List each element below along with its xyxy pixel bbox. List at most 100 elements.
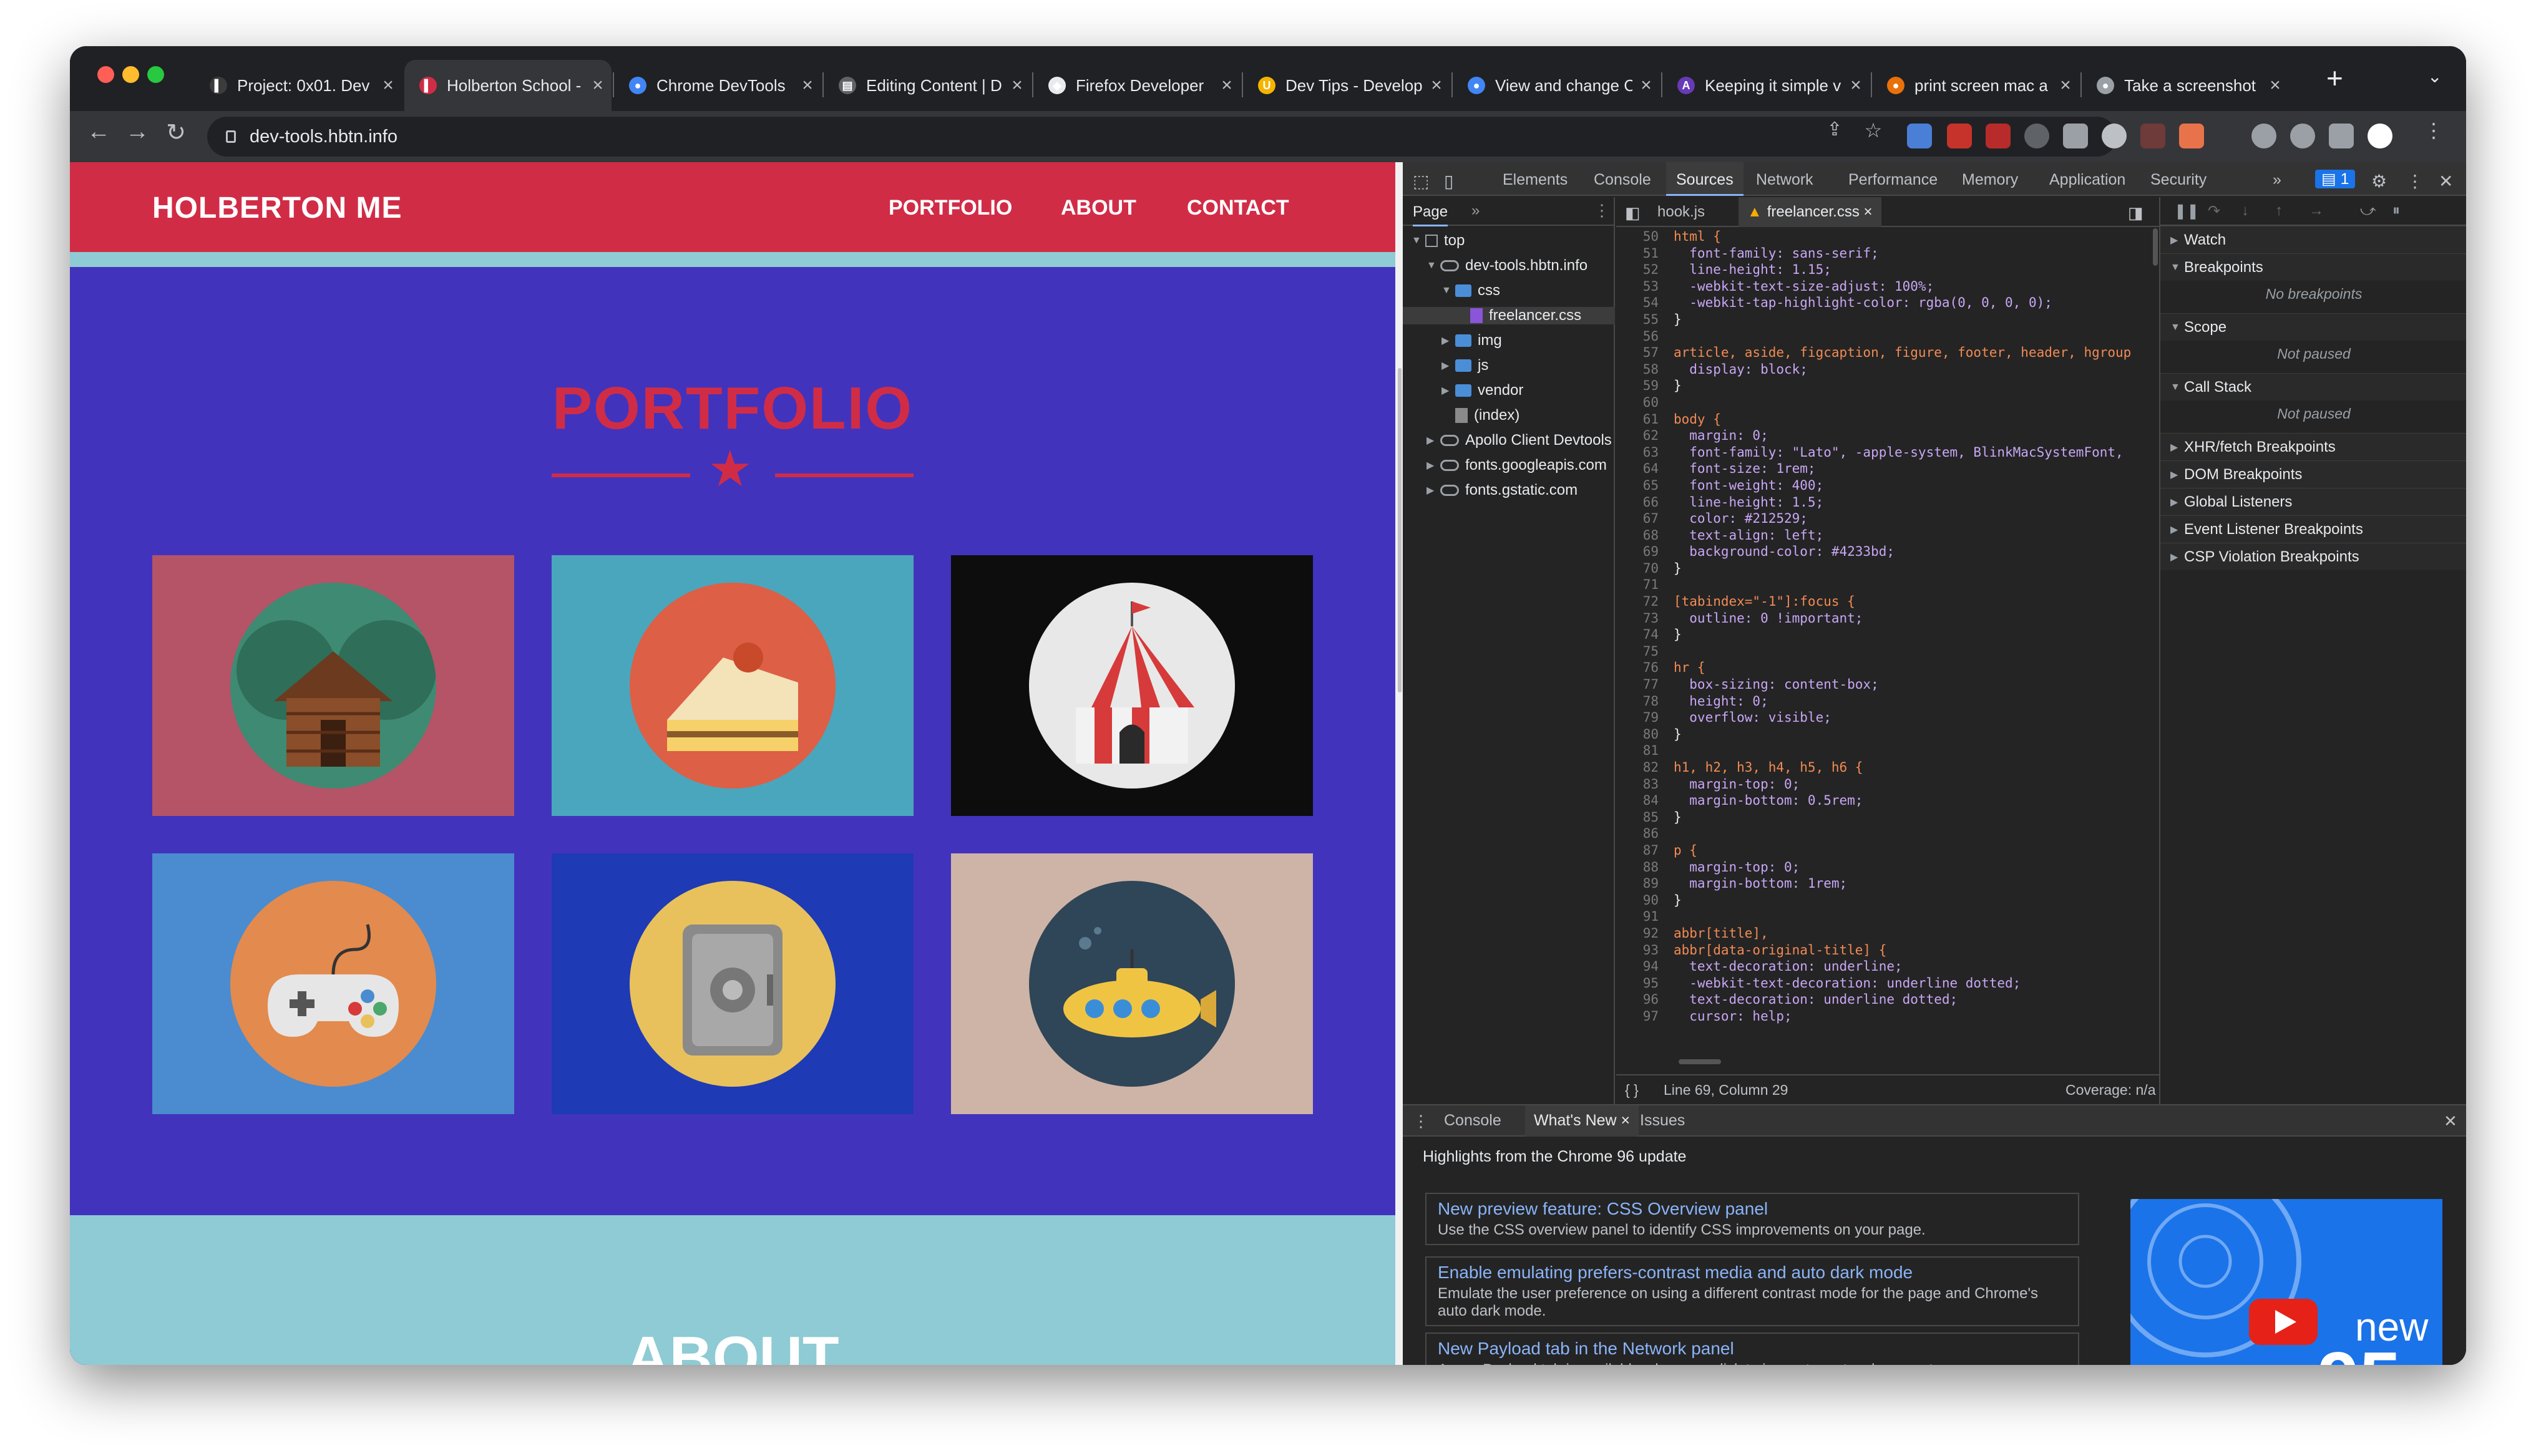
devtools-tab-application[interactable]: Application [2049,171,2125,189]
extension-icon[interactable] [2063,124,2088,148]
drawer-tab[interactable]: Console [1444,1112,1501,1130]
extension-icon[interactable] [2290,124,2315,148]
forward-button[interactable]: → [120,119,155,145]
browser-tab[interactable]: U Dev Tips - Develop × [1243,60,1450,111]
nav-link-about[interactable]: ABOUT [1061,196,1136,220]
tab-search-button[interactable]: ⌄ [2427,66,2442,87]
pause-icon[interactable]: ❚❚ [2174,202,2199,220]
editor-hscrollbar[interactable] [1679,1059,1721,1064]
maximize-window-button[interactable] [147,66,164,83]
debugger-section-event-listener-breakpoints[interactable]: ▶ Event Listener Breakpoints [2160,515,2466,543]
extension-icon[interactable] [2140,124,2165,148]
tab-close-icon[interactable]: × [1632,75,1660,96]
tab-close-icon[interactable]: × [2052,75,2079,96]
tab-close-icon[interactable]: × [1423,75,1450,96]
browser-tab[interactable]: ◆ Firefox Developer × [1033,60,1241,111]
step-icon[interactable]: → [2309,202,2324,220]
tab-close-icon[interactable]: × [1003,75,1031,96]
pause-on-exceptions-icon[interactable]: ⏸ [2392,202,2400,220]
browser-tab[interactable]: ▌ Project: 0x01. Dev × [195,60,402,111]
reload-button[interactable]: ↻ [158,119,193,147]
settings-gear-icon[interactable]: ⚙ [2371,171,2387,192]
devtools-tab-memory[interactable]: Memory [1962,171,2018,189]
tree-item[interactable]: ▼ css [1441,282,1500,299]
pretty-print-icon[interactable]: { } [1625,1082,1639,1099]
extension-icon[interactable] [1947,124,1972,148]
extension-icon[interactable] [2179,124,2204,148]
code-content[interactable]: html { font-family: sans-serif; line-hei… [1674,228,2154,1027]
browser-tab[interactable]: ● View and change C × [1453,60,1660,111]
close-drawer-icon[interactable]: ✕ [2444,1112,2457,1131]
tree-expand-icon[interactable]: ▼ [1412,235,1425,246]
browser-menu-button[interactable]: ⋮ [2416,119,2451,142]
tree-item[interactable]: ▼ dev-tools.hbtn.info [1426,257,1587,274]
debugger-section-call-stack[interactable]: ▼ Call Stack [2160,373,2466,400]
nav-link-contact[interactable]: CONTACT [1187,196,1289,220]
debugger-section-scope[interactable]: ▼ Scope [2160,313,2466,341]
browser-tab[interactable]: ● print screen mac a × [1872,60,2079,111]
tree-expand-icon[interactable]: ▶ [1441,359,1455,372]
close-devtools-icon[interactable]: ✕ [2439,171,2453,192]
nav-link-portfolio[interactable]: PORTFOLIO [889,196,1012,220]
profile-avatar[interactable] [2368,124,2392,148]
site-brand[interactable]: HOLBERTON ME [152,191,402,225]
tree-item[interactable]: ▶ js [1441,357,1488,374]
extension-icon[interactable] [1986,124,2011,148]
whats-new-item[interactable]: Enable emulating prefers-contrast media … [1425,1256,2079,1326]
page-scrollbar[interactable] [1395,162,1403,1365]
debugger-section-watch[interactable]: ▶ Watch [2160,226,2466,253]
tree-item[interactable]: ▶ vendor [1441,382,1523,399]
editor-tab[interactable]: hook.js [1657,203,1705,221]
whats-new-video-thumbnail[interactable]: new 95 [2130,1199,2442,1365]
tree-expand-icon[interactable]: ▶ [1441,334,1455,347]
tab-close-icon[interactable]: × [374,75,402,96]
back-button[interactable]: ← [81,119,116,145]
tree-expand-icon[interactable]: ▶ [1426,484,1440,497]
browser-tab[interactable]: ▤ Editing Content | D × [824,60,1031,111]
tree-expand-icon[interactable]: ▶ [1426,459,1440,472]
drawer-menu-icon[interactable]: ⋮ [1413,1112,1429,1131]
tab-close-icon[interactable]: × [1213,75,1241,96]
devtools-tab-elements[interactable]: Elements [1503,171,1568,189]
devtools-tab-security[interactable]: Security [2150,171,2207,189]
more-navigator-tabs-icon[interactable]: » [1471,202,1480,220]
toggle-navigator-icon[interactable]: ◧ [1625,203,1641,223]
devtools-tab-sources[interactable]: Sources [1666,162,1744,196]
tree-expand-icon[interactable]: ▼ [1441,285,1455,296]
portfolio-card[interactable] [552,555,914,816]
whats-new-item-title[interactable]: Enable emulating prefers-contrast media … [1438,1263,2067,1283]
deactivate-breakpoints-icon[interactable]: ⤻ [2360,202,2376,220]
issues-badge[interactable]: ▤ 1 [2315,170,2356,188]
whats-new-item[interactable]: New Payload tab in the Network panel A ne… [1425,1332,2079,1365]
portfolio-card[interactable] [951,853,1313,1114]
tree-item[interactable]: freelancer.css [1403,307,1615,324]
debugger-section-dom-breakpoints[interactable]: ▶ DOM Breakpoints [2160,460,2466,488]
debugger-section-breakpoints[interactable]: ▼ Breakpoints [2160,253,2466,281]
extension-icon[interactable] [1907,124,1932,148]
whats-new-item-title[interactable]: New Payload tab in the Network panel [1438,1339,2067,1359]
portfolio-card[interactable] [552,853,914,1114]
minimize-window-button[interactable] [122,66,139,83]
drawer-tab[interactable]: Issues [1640,1112,1685,1130]
tree-item[interactable]: ▶ Apollo Client Devtools [1426,432,1612,449]
more-tabs-icon[interactable]: » [2273,171,2281,189]
portfolio-card[interactable] [152,853,514,1114]
tab-close-icon[interactable]: × [584,75,612,96]
tree-item[interactable]: (index) [1441,407,1519,424]
tree-item[interactable]: ▶ fonts.gstatic.com [1426,482,1578,499]
tree-item[interactable]: ▶ img [1441,332,1502,349]
portfolio-card[interactable] [951,555,1313,816]
extension-icon[interactable] [2251,124,2276,148]
extension-icon[interactable] [2102,124,2127,148]
new-tab-button[interactable]: + [2326,61,2343,95]
browser-tab[interactable]: A Keeping it simple v × [1662,60,1870,111]
navigator-tab-page[interactable]: Page [1413,203,1448,226]
devtools-menu-icon[interactable]: ⋮ [2406,171,2424,192]
step-into-icon[interactable]: ↓ [2241,202,2249,220]
whats-new-item-title[interactable]: New preview feature: CSS Overview panel [1438,1199,2067,1219]
tree-expand-icon[interactable]: ▼ [1426,260,1440,271]
tab-close-icon[interactable]: × [1842,75,1870,96]
devtools-tab-console[interactable]: Console [1594,171,1651,189]
debugger-section-xhr-fetch-breakpoints[interactable]: ▶ XHR/fetch Breakpoints [2160,433,2466,460]
tab-close-icon[interactable]: × [2261,75,2289,96]
